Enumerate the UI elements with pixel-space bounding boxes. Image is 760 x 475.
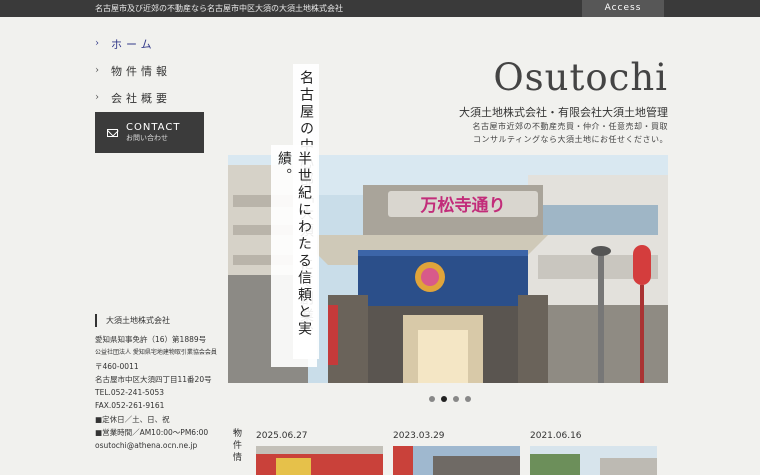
tel[interactable]: TEL.052-241-5053: [95, 386, 245, 399]
news-date: 2023.03.29: [393, 431, 445, 441]
business-hours: ■営業時間／AM10:00〜PM6:00: [95, 428, 209, 438]
news-thumbnail[interactable]: [530, 446, 657, 475]
brand-tagline: 名古屋市近郊の不動産売買・仲介・任意売却・買取 コンサルティングなら大須土地にお…: [448, 120, 668, 146]
news-thumbnail-image: [256, 446, 383, 475]
nav-item-properties[interactable]: › 物件情報: [95, 57, 215, 84]
company-info-name: 大須土地株式会社: [95, 314, 245, 327]
tagline-line-2: コンサルティングなら大須土地にお任せください。: [472, 135, 668, 144]
company-name: 大須土地株式会社・有限会社大須土地管理: [459, 106, 668, 119]
contact-sub-label: お問い合わせ: [126, 134, 168, 142]
news-date: 2021.06.16: [530, 431, 582, 441]
news-thumbnail-image: [393, 446, 520, 475]
slide-dot-active[interactable]: [441, 396, 447, 402]
nav-item-label: 物件情報: [111, 64, 171, 78]
slide-dot[interactable]: [429, 396, 435, 402]
site-logo[interactable]: Osutochi: [470, 56, 668, 99]
news-section-label: 物件情: [231, 428, 241, 464]
company-info: 大須土地株式会社 愛知県知事免許（16）第1889号 公益社団法人 愛知県宅地建…: [95, 314, 245, 453]
nav-item-label: 会社概要: [111, 91, 171, 105]
email-link[interactable]: osutochi@athena.ocn.ne.jp: [95, 439, 245, 452]
license-number: 愛知県知事免許（16）第1889号: [95, 335, 207, 344]
contact-label: CONTACT: [126, 122, 181, 133]
nav-item-company[interactable]: › 会社概要: [95, 84, 215, 111]
chevron-right-icon: ›: [95, 92, 99, 103]
news-date: 2025.06.27: [256, 431, 308, 441]
holiday: ■定休日／土、日、祝: [95, 414, 170, 424]
mail-icon: [107, 128, 118, 137]
association: 公益社団法人 愛知県宅地建物取引業協会会員: [95, 349, 217, 357]
slide-dot[interactable]: [453, 396, 459, 402]
main-nav: › ホーム › 物件情報 › 会社概要: [95, 30, 215, 111]
contact-button[interactable]: CONTACT お問い合わせ: [95, 112, 204, 153]
fax: FAX.052-261-9161: [95, 401, 165, 411]
header-tagline: 名古屋市及び近郊の不動産なら名古屋市中区大須の大須土地株式会社: [95, 4, 343, 13]
hero-headline-line-2: 半世紀にわたる信頼と実績。: [271, 145, 317, 367]
hero-sign-text: 万松寺通り: [420, 195, 506, 216]
nav-item-home[interactable]: › ホーム: [95, 30, 215, 57]
zip-code: 〒460-0011: [95, 361, 139, 371]
access-button[interactable]: Access: [582, 0, 664, 17]
nav-item-label: ホーム: [111, 37, 156, 51]
tagline-line-1: 名古屋市近郊の不動産売買・仲介・任意売却・買取: [472, 122, 668, 131]
news-thumbnail[interactable]: [393, 446, 520, 475]
news-thumbnail[interactable]: [256, 446, 383, 475]
slide-pagination: [429, 396, 471, 402]
chevron-right-icon: ›: [95, 38, 99, 49]
slide-dot[interactable]: [465, 396, 471, 402]
address: 名古屋市中区大須四丁目11番20号: [95, 374, 212, 384]
news-thumbnail-image: [530, 446, 657, 475]
chevron-right-icon: ›: [95, 65, 99, 76]
